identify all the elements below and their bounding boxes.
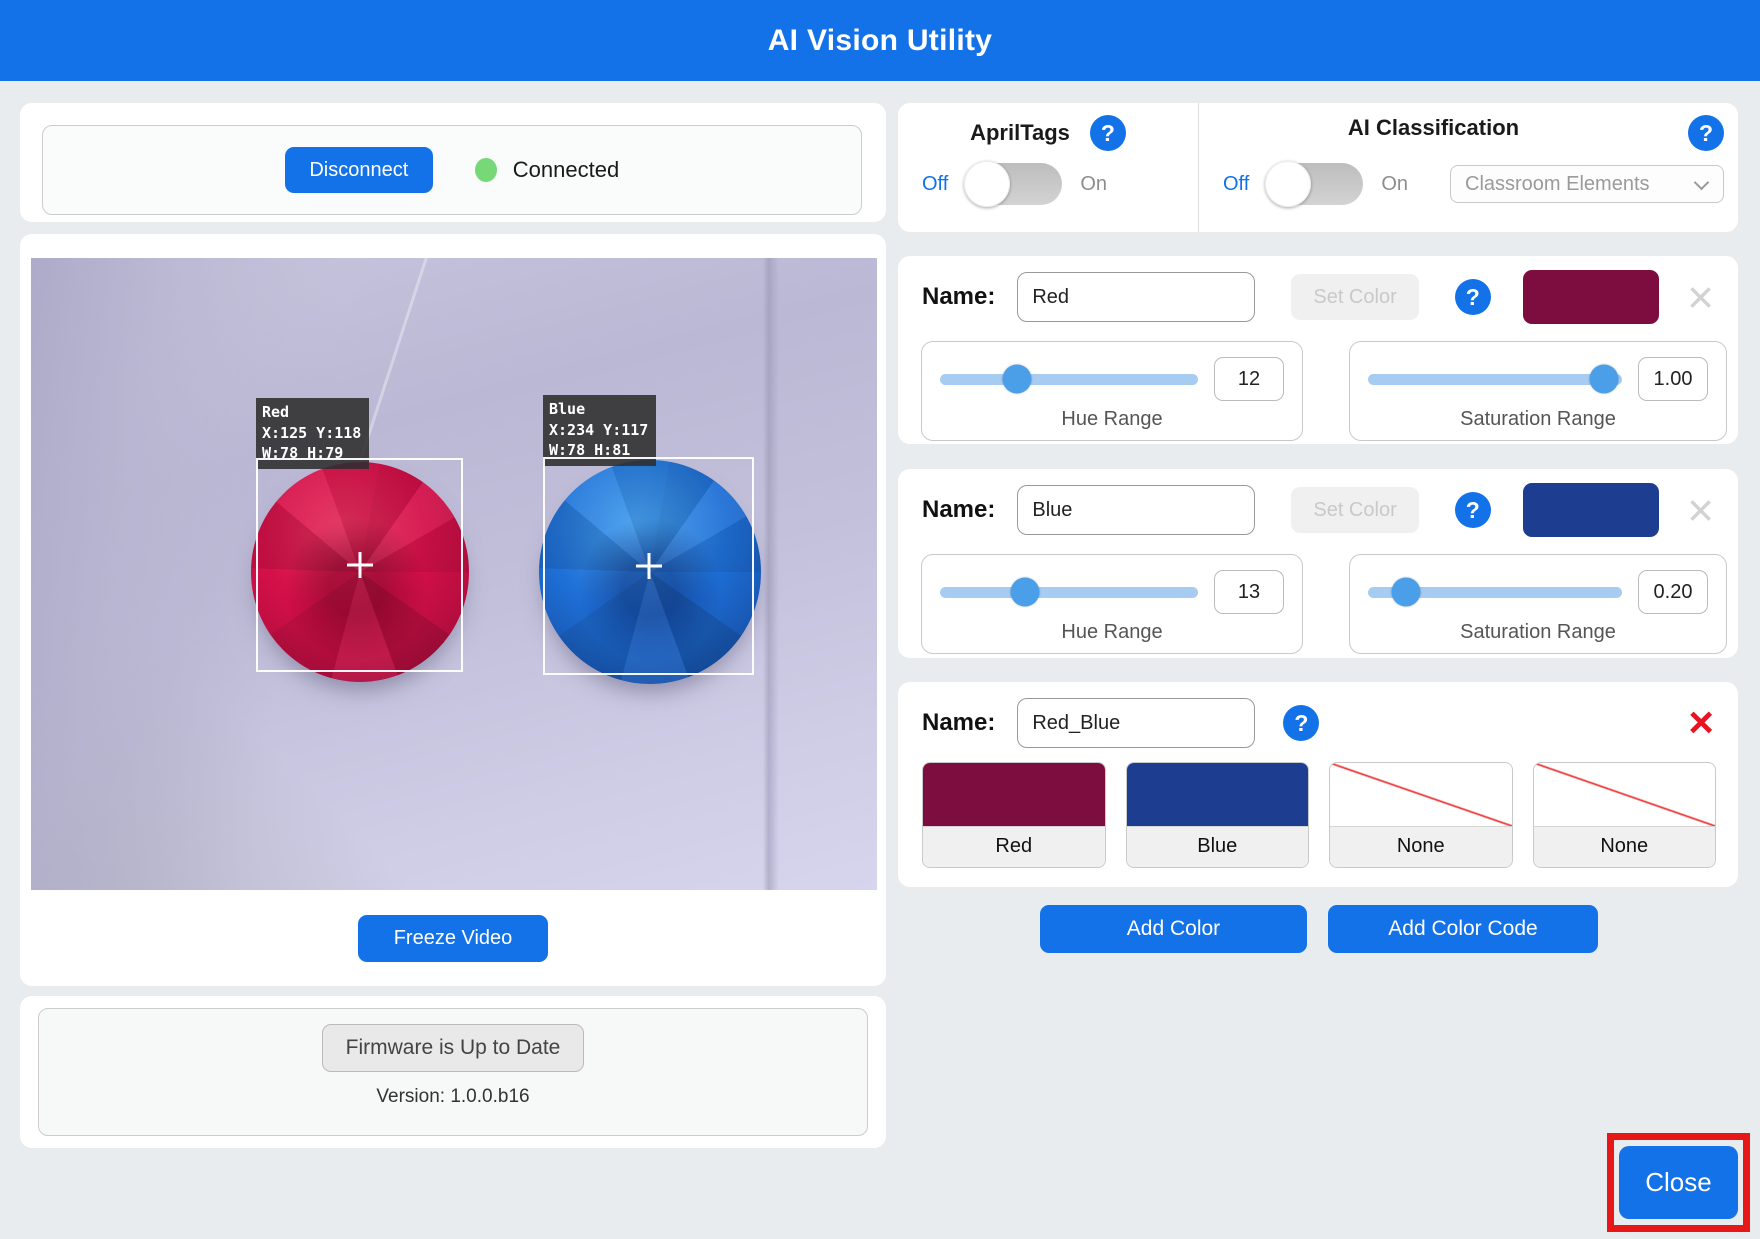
close-button[interactable]: Close: [1619, 1146, 1738, 1219]
red-hue-slider[interactable]: [940, 374, 1198, 385]
red-name-label: Name:: [922, 283, 995, 311]
ai-classification-toggle[interactable]: [1267, 163, 1363, 205]
add-color-code-button[interactable]: Add Color Code: [1328, 905, 1598, 953]
firmware-status-button[interactable]: Firmware is Up to Date: [322, 1024, 584, 1072]
code-help-icon[interactable]: [1283, 705, 1319, 741]
blue-detection-label: Blue X:234 Y:117 W:78 H:81: [543, 395, 656, 466]
apriltags-off-label: Off: [922, 173, 948, 196]
blue-hue-slider-thumb[interactable]: [1011, 578, 1040, 607]
color-code-card: Name: Red Blue None None: [898, 682, 1738, 887]
firmware-box: Firmware is Up to Date Version: 1.0.0.b1…: [38, 1008, 868, 1136]
blue-saturation-value: 0.20: [1638, 570, 1708, 614]
code-slot-1[interactable]: Red: [922, 762, 1106, 868]
blue-bounding-box: [543, 457, 754, 675]
blue-saturation-slider-thumb[interactable]: [1392, 578, 1421, 607]
red-bounding-box: [256, 458, 463, 672]
apriltags-toggle-knob[interactable]: [964, 161, 1010, 207]
blue-name-input[interactable]: [1017, 485, 1255, 535]
title-bar: AI Vision Utility: [0, 0, 1760, 81]
camera-video-feed: Red X:125 Y:118 W:78 H:79 Blue X:234 Y:1…: [31, 258, 877, 890]
red-remove-icon[interactable]: [1687, 274, 1714, 320]
ai-toggle-knob[interactable]: [1265, 161, 1311, 207]
ai-classification-title: AI Classification: [1348, 115, 1519, 141]
code-slot-2-label: Blue: [1127, 826, 1309, 867]
blue-help-icon[interactable]: [1455, 492, 1491, 528]
apriltags-section: AprilTags Off On: [898, 103, 1198, 232]
connected-status-dot-icon: [475, 158, 497, 182]
chevron-down-icon: [1694, 175, 1710, 191]
freeze-video-button[interactable]: Freeze Video: [358, 915, 548, 962]
red-saturation-slider[interactable]: [1368, 374, 1622, 385]
blue-detection-name: Blue: [549, 399, 648, 420]
ai-classification-help-icon[interactable]: [1688, 115, 1724, 151]
apriltags-title: AprilTags: [970, 120, 1070, 146]
blue-crosshair-icon: [636, 553, 662, 579]
blue-hue-group: 13 Hue Range: [921, 554, 1303, 654]
code-slot-3-label: None: [1330, 826, 1512, 867]
blue-detection-xy: X:234 Y:117: [549, 420, 648, 441]
connection-card: Disconnect Connected: [20, 103, 886, 222]
code-slot-1-color: [923, 763, 1105, 826]
code-slot-3[interactable]: None: [1329, 762, 1513, 868]
blue-saturation-slider[interactable]: [1368, 587, 1622, 598]
video-card: Red X:125 Y:118 W:78 H:79 Blue X:234 Y:1…: [20, 234, 886, 986]
code-name-label: Name:: [922, 709, 995, 737]
color-config-red-card: Name: Set Color 12 Hue Range 1.00 Satura…: [898, 256, 1738, 444]
red-detection-name: Red: [262, 402, 361, 423]
firmware-card: Firmware is Up to Date Version: 1.0.0.b1…: [20, 996, 886, 1148]
color-code-slots: Red Blue None None: [922, 762, 1716, 868]
ai-on-label: On: [1381, 173, 1408, 196]
red-saturation-group: 1.00 Saturation Range: [1349, 341, 1727, 441]
disconnect-button[interactable]: Disconnect: [285, 147, 433, 193]
code-delete-icon[interactable]: [1688, 701, 1714, 745]
code-slot-4-label: None: [1534, 826, 1716, 867]
red-saturation-slider-thumb[interactable]: [1590, 365, 1619, 394]
blue-hue-label: Hue Range: [922, 621, 1302, 644]
red-hue-value: 12: [1214, 357, 1284, 401]
red-name-input[interactable]: [1017, 272, 1255, 322]
close-highlight-frame: Close: [1607, 1133, 1750, 1232]
blue-color-swatch: [1523, 483, 1659, 537]
code-slot-1-label: Red: [923, 826, 1105, 867]
feature-toggles-card: AprilTags Off On AI Classification Off O…: [898, 103, 1738, 232]
red-saturation-value: 1.00: [1638, 357, 1708, 401]
red-detection-xy: X:125 Y:118: [262, 423, 361, 444]
red-set-color-button[interactable]: Set Color: [1291, 274, 1418, 320]
connection-status: Connected: [475, 157, 619, 183]
add-color-button[interactable]: Add Color: [1040, 905, 1307, 953]
red-color-swatch: [1523, 270, 1659, 324]
apriltags-on-label: On: [1080, 173, 1107, 196]
classification-model-value: Classroom Elements: [1465, 173, 1650, 196]
ai-off-label: Off: [1223, 173, 1249, 196]
red-hue-slider-thumb[interactable]: [1003, 365, 1032, 394]
ai-classification-section: AI Classification Off On Classroom Eleme…: [1198, 103, 1738, 232]
apriltags-toggle[interactable]: [966, 163, 1062, 205]
blue-remove-icon[interactable]: [1687, 487, 1714, 533]
blue-name-label: Name:: [922, 496, 995, 524]
connection-status-text: Connected: [513, 157, 619, 183]
color-config-blue-card: Name: Set Color 13 Hue Range 0.20 Satura…: [898, 469, 1738, 658]
blue-saturation-group: 0.20 Saturation Range: [1349, 554, 1727, 654]
blue-hue-slider[interactable]: [940, 587, 1198, 598]
red-hue-label: Hue Range: [922, 408, 1302, 431]
app-title: AI Vision Utility: [768, 24, 993, 58]
blue-hue-value: 13: [1214, 570, 1284, 614]
connection-status-box: Disconnect Connected: [42, 125, 862, 215]
code-name-input[interactable]: [1017, 698, 1255, 748]
red-hue-group: 12 Hue Range: [921, 341, 1303, 441]
red-help-icon[interactable]: [1455, 279, 1491, 315]
code-slot-3-none-icon: [1330, 763, 1512, 826]
code-slot-4-none-icon: [1534, 763, 1716, 826]
blue-saturation-label: Saturation Range: [1350, 621, 1726, 644]
code-slot-2[interactable]: Blue: [1126, 762, 1310, 868]
code-slot-2-color: [1127, 763, 1309, 826]
blue-set-color-button[interactable]: Set Color: [1291, 487, 1418, 533]
red-saturation-label: Saturation Range: [1350, 408, 1726, 431]
red-crosshair-icon: [347, 552, 373, 578]
classification-model-dropdown[interactable]: Classroom Elements: [1450, 165, 1724, 203]
code-slot-4[interactable]: None: [1533, 762, 1717, 868]
apriltags-help-icon[interactable]: [1090, 115, 1126, 151]
firmware-version: Version: 1.0.0.b16: [376, 1086, 529, 1108]
